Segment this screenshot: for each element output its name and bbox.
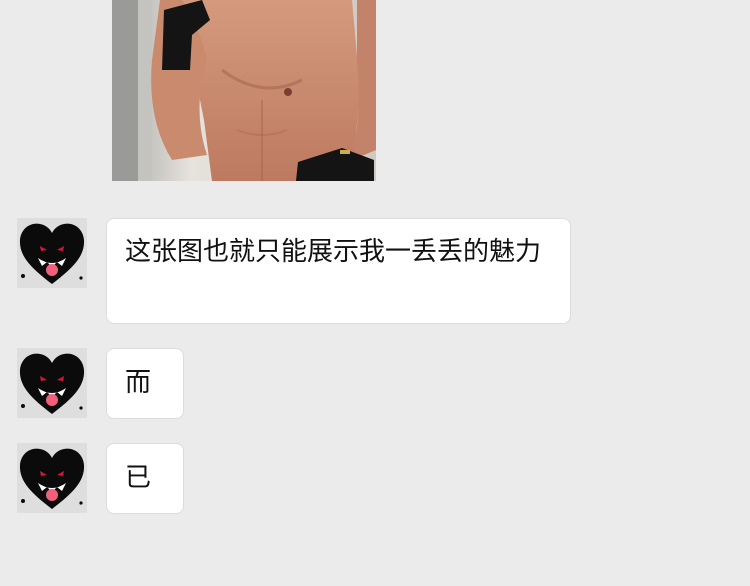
message-text: 这张图也就只能展示我一丢丢的魅力 [125, 237, 542, 267]
avatar[interactable] [17, 348, 87, 418]
avatar[interactable] [17, 443, 87, 513]
message-row: 这张图也就只能展示我一丢丢的魅力 [0, 218, 750, 324]
shared-photo[interactable] [112, 0, 376, 181]
black-heart-monster-icon [17, 348, 87, 418]
shirtless-man-photo [112, 0, 376, 181]
black-heart-monster-icon [17, 443, 87, 513]
message-row: 而 [0, 348, 750, 419]
message-bubble[interactable]: 已 [106, 443, 184, 514]
message-bubble[interactable]: 而 [106, 348, 184, 419]
avatar[interactable] [17, 218, 87, 288]
message-text: 已 [125, 463, 152, 493]
message-bubble[interactable]: 这张图也就只能展示我一丢丢的魅力 [106, 218, 571, 324]
message-text: 而 [125, 368, 152, 398]
message-row: 已 [0, 443, 750, 514]
black-heart-monster-icon [17, 218, 87, 288]
